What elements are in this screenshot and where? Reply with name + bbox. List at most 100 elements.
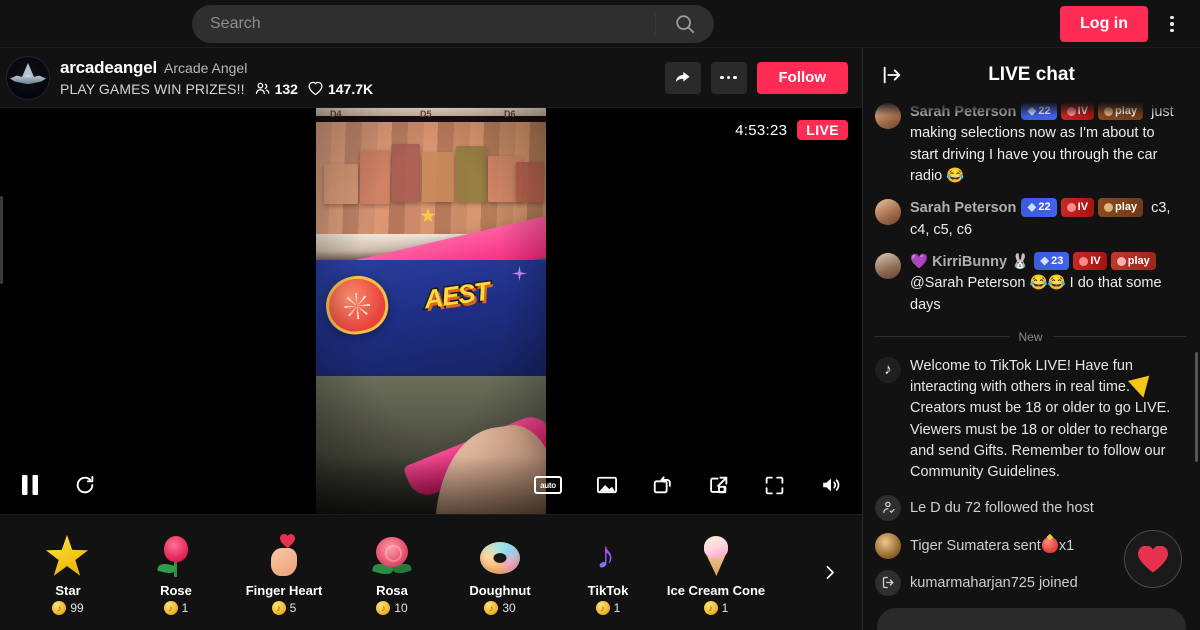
chat-event-follow: Le D du 72 followed the host: [875, 494, 1186, 521]
ellipsis-icon: [720, 75, 737, 80]
stream-title: PLAY GAMES WIN PRIZES!!: [60, 80, 245, 97]
top-navigation-bar: Log in: [0, 0, 1200, 48]
stream-column: arcadeangel Arcade Angel PLAY GAMES WIN …: [0, 48, 862, 630]
system-welcome-text: Welcome to TikTok LIVE! Have fun interac…: [910, 357, 1171, 481]
gift-art-ice-cream-cone: [693, 534, 739, 580]
gift-cost-value: 1: [181, 601, 189, 615]
login-button[interactable]: Log in: [1060, 6, 1148, 42]
chat-message: Sarah Peterson 22 IV play c3, c4, c5, c6: [875, 198, 1186, 241]
creator-names: arcadeangel Arcade Angel: [60, 58, 373, 78]
volume-icon: [823, 478, 840, 492]
rotate-icon: [653, 476, 671, 494]
gift-item-star[interactable]: Star ♪ 99: [14, 530, 122, 615]
gift-cost: ♪ 10: [376, 601, 408, 615]
pause-button[interactable]: [14, 468, 46, 502]
avatar[interactable]: [6, 55, 50, 100]
gift-cost: ♪ 99: [52, 601, 84, 615]
player-controls-right: auto: [528, 468, 848, 502]
video-player[interactable]: D4 D5 D6: [0, 108, 862, 514]
play-badge: play: [1098, 102, 1144, 121]
share-button[interactable]: [664, 61, 701, 94]
chat-username[interactable]: Sarah Peterson: [910, 200, 1016, 216]
avatar[interactable]: [875, 103, 901, 129]
coin-icon: ♪: [595, 601, 610, 615]
gift-cost: ♪ 1: [595, 601, 621, 615]
kebab-menu-icon[interactable]: [1160, 12, 1184, 36]
avatar[interactable]: [875, 532, 901, 559]
gift-tray: Star ♪ 99 Rose ♪ 1 Finger Heart ♪ 5 Rosa…: [0, 514, 862, 630]
live-chat-panel: LIVE chat Sarah Peterson 22 IV play just ma…: [862, 48, 1200, 630]
chat-message: 💜 KirriBunny 🐰 23 IV play @Sarah Peterson 😂…: [875, 251, 1186, 316]
follow-button[interactable]: Follow: [756, 61, 848, 94]
gift-item-tiktok[interactable]: ♪ TikTok ♪ 1: [554, 530, 662, 615]
gift-cost: ♪ 1: [703, 601, 728, 615]
search-bar[interactable]: [192, 5, 714, 43]
stream-timecode: 4:53:23: [735, 121, 788, 139]
level-badge: 23: [1034, 251, 1070, 271]
tiktok-live-page: Log in arcadeangel Arcade Angel PLAY GAM…: [0, 0, 1200, 630]
viewer-count-value: 132: [274, 80, 298, 97]
creator-username[interactable]: arcadeangel: [60, 58, 157, 78]
chat-message-body: Sarah Peterson 22 IV play just making selec…: [910, 102, 1186, 187]
chat-username[interactable]: 💜 KirriBunny 🐰: [910, 254, 1029, 270]
gift-item-finger-heart[interactable]: Finger Heart ♪ 5: [230, 530, 338, 615]
play-badge: play: [1110, 251, 1156, 271]
picture-in-picture-icon: [710, 476, 728, 494]
gift-name: Ice Cream Cone: [666, 583, 766, 598]
gift-item-doughnut[interactable]: Doughnut ♪ 30: [446, 530, 554, 615]
refresh-button[interactable]: [68, 468, 102, 502]
fullscreen-button[interactable]: [758, 468, 791, 502]
gift-item-rose[interactable]: Rose ♪ 1: [122, 530, 230, 615]
chat-event-text: kumarmaharjan725 joined: [910, 574, 1078, 591]
avatar[interactable]: [875, 252, 901, 279]
more-options-button[interactable]: [710, 61, 747, 94]
like-button[interactable]: [1124, 530, 1182, 588]
video-stage: D4 D5 D6: [316, 108, 546, 514]
video-frame: D4 D5 D6: [316, 108, 546, 514]
gift-cost-value: 10: [394, 601, 408, 615]
new-messages-divider: New: [875, 330, 1186, 344]
page-body: arcadeangel Arcade Angel PLAY GAMES WIN …: [0, 48, 1200, 630]
search-button[interactable]: [656, 5, 714, 43]
people-icon: [255, 82, 269, 95]
share-icon: [675, 71, 690, 83]
gift-cost-value: 99: [70, 601, 84, 615]
chat-event-text: Tiger Sumatera sent x1: [910, 536, 1075, 554]
volume-button[interactable]: [813, 468, 848, 502]
gift-item-rosa[interactable]: Rosa ♪ 10: [338, 530, 446, 615]
auto-quality-icon: auto: [534, 476, 562, 494]
pause-icon: [22, 475, 38, 495]
subscriber-badge: IV: [1073, 251, 1107, 271]
theater-mode-button[interactable]: [590, 468, 624, 502]
gift-next-button[interactable]: [814, 558, 844, 588]
chat-username[interactable]: Sarah Peterson: [910, 104, 1016, 120]
gift-multiplier: x1: [1058, 537, 1075, 554]
search-input[interactable]: [192, 15, 655, 33]
quality-button[interactable]: auto: [528, 468, 568, 502]
gift-cost: ♪ 1: [163, 601, 189, 615]
player-controls-left: [14, 468, 102, 502]
player-edge-scrubber[interactable]: [0, 196, 3, 284]
gift-emoji-icon: [1041, 536, 1058, 553]
gift-art-tiktok: ♪: [596, 535, 615, 577]
collapse-chat-button[interactable]: [879, 62, 905, 88]
gift-item-ice-cream-cone[interactable]: Ice Cream Cone ♪ 1: [662, 530, 770, 615]
new-divider-label: New: [1018, 329, 1043, 344]
gift-cost-value: 1: [613, 601, 621, 615]
chat-header: LIVE chat: [863, 48, 1200, 102]
picture-in-picture-button[interactable]: [702, 468, 736, 502]
chat-input[interactable]: [877, 608, 1186, 630]
chat-text: @Sarah Peterson 😂😂 I do that some days: [910, 275, 1162, 313]
coin-icon: ♪: [163, 601, 178, 615]
avatar[interactable]: [875, 199, 901, 226]
rotate-button[interactable]: [646, 468, 680, 502]
heart-icon: [308, 81, 323, 96]
heart-icon: [1138, 546, 1168, 573]
live-badge: LIVE: [797, 120, 848, 140]
video-vignette: [316, 108, 546, 514]
chat-message-body: Sarah Peterson 22 IV play c3, c4, c5, c6: [910, 198, 1186, 241]
search-icon: [676, 15, 695, 34]
chat-scrollbar[interactable]: [1195, 352, 1198, 462]
fullscreen-icon: [765, 476, 784, 494]
avatar-emblem-wings: [10, 74, 46, 85]
